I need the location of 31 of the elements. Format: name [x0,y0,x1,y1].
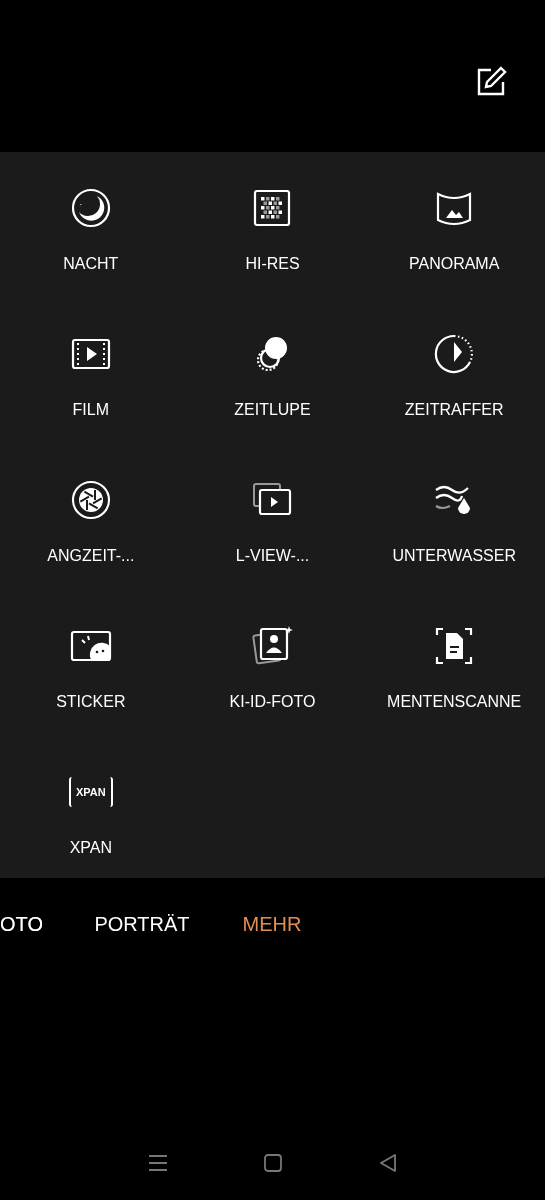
mode-label: UNTERWASSER [392,546,516,566]
mode-label: FILM [72,400,110,420]
mode-tab[interactable]: PORTRÄT [77,909,207,939]
mode-tab[interactable]: MEHR [207,909,337,939]
mode-label: ZEITLUPE [234,400,311,420]
mode-label: STICKER [56,692,126,712]
back-icon[interactable] [377,1153,398,1173]
mode-label: KI-ID-FOTO [229,692,316,712]
mode-item[interactable]: NACHT [0,186,182,332]
mode-item[interactable]: FILM [0,332,182,478]
mode-item[interactable]: KI-ID-FOTO [181,624,364,770]
mode-item[interactable]: UNTERWASSER [363,478,545,624]
menu-icon[interactable] [147,1153,170,1173]
mode-item[interactable]: ZEITLUPE [181,332,364,478]
mode-label: L-VIEW-... [235,546,310,566]
mode-item[interactable]: L-VIEW-... [181,478,364,624]
mode-item[interactable]: STICKER [0,624,182,770]
mode-label: NACHT [63,254,119,274]
mode-item[interactable]: PANORAMA [363,186,545,332]
mode-item[interactable]: MENTENSCANNE [363,624,545,770]
mode-label: PANORAMA [408,254,500,274]
mode-item[interactable]: ANGZEIT-... [0,478,182,624]
edit-icon[interactable] [475,66,507,98]
home-icon[interactable] [263,1153,284,1173]
mode-label: HI-RES [245,254,300,274]
mode-item[interactable]: ZEITRAFFER [363,332,545,478]
mode-label: XPAN [69,838,112,858]
mode-label: ANGZEIT-... [47,546,135,566]
mode-item[interactable]: HI-RES [181,186,364,332]
mode-label: MENTENSCANNE [387,692,522,712]
mode-label: ZEITRAFFER [404,400,504,420]
